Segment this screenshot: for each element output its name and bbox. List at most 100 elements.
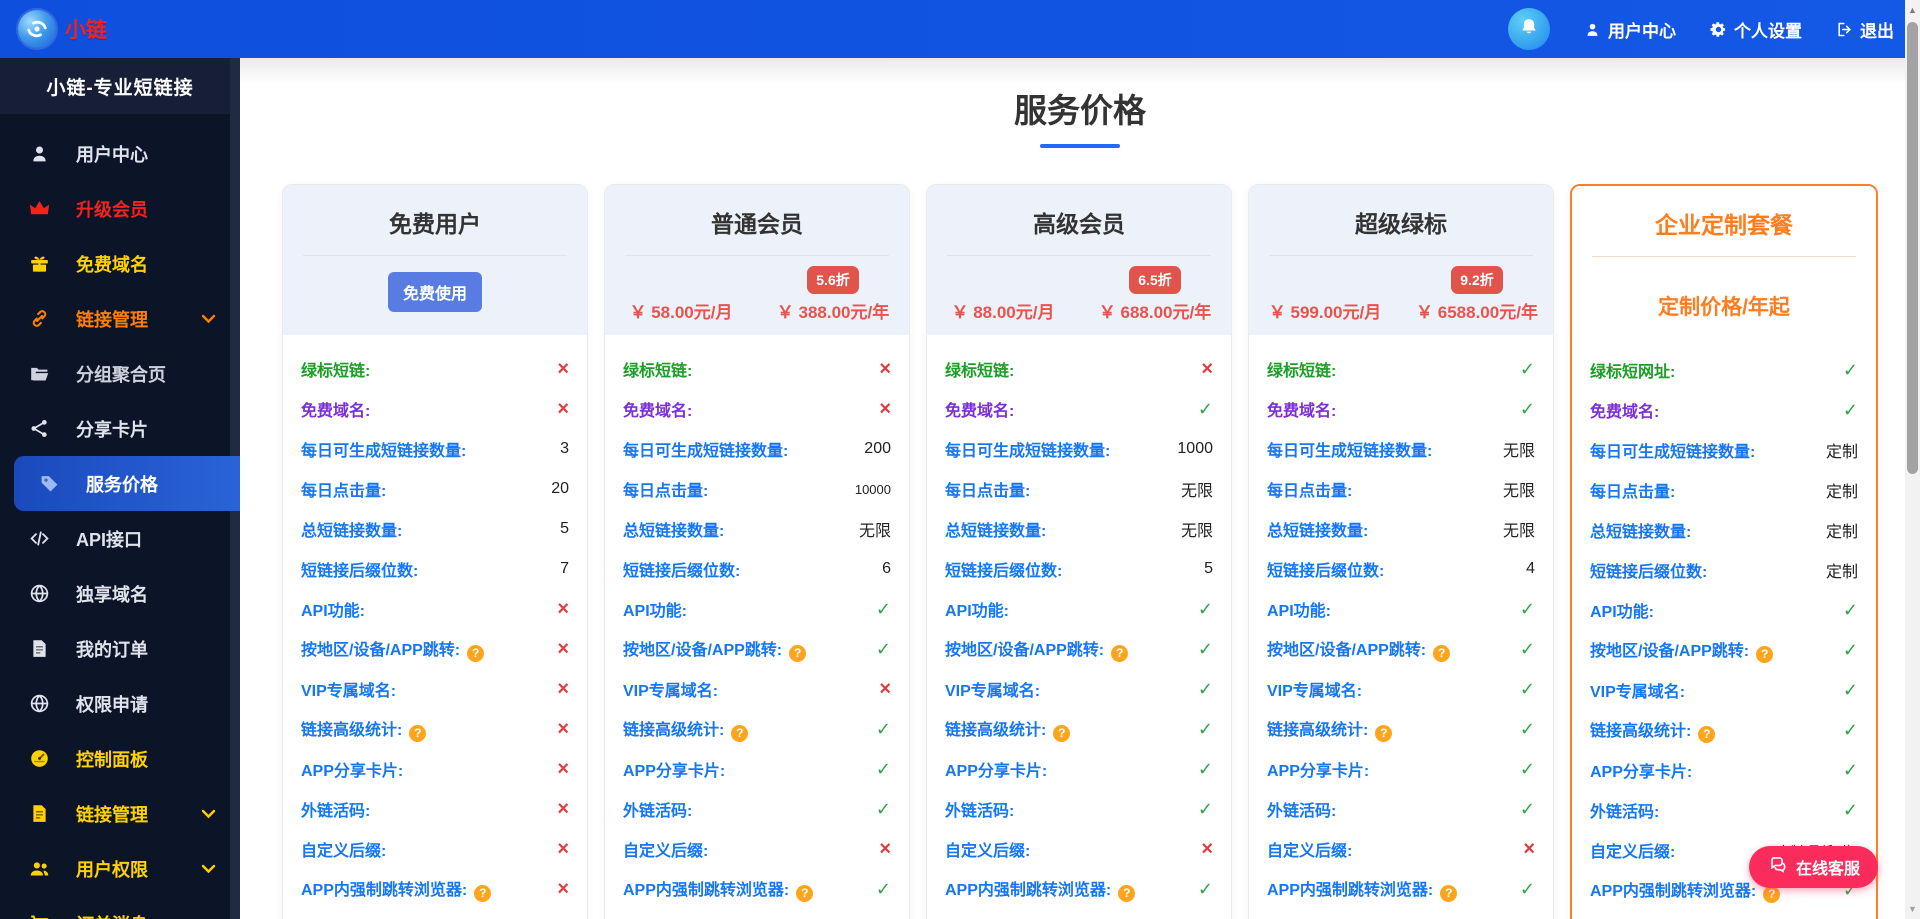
feature-value: × (557, 398, 569, 420)
sidebar-item[interactable]: 用户权限 (0, 841, 240, 896)
sidebar-item-label: 链接管理 (76, 804, 148, 825)
online-support-label: 在线客服 (1795, 861, 1860, 878)
code-icon (28, 528, 50, 550)
notifications-button[interactable] (1508, 8, 1550, 50)
topbar-item[interactable]: 用户中心 (1584, 17, 1676, 42)
help-icon[interactable]: ? (1433, 644, 1451, 662)
user-icon (1584, 21, 1601, 38)
feature-label: API功能: (1267, 603, 1332, 620)
feature-value: ✓ (875, 799, 891, 819)
feature-value: ✓ (1197, 759, 1213, 779)
feature-row: 外链活码: ✓ (927, 789, 1231, 829)
feature-value: 无限 (858, 523, 891, 540)
scrollbar-thumb[interactable] (1907, 22, 1918, 474)
sidebar-item[interactable]: 用户中心 (0, 126, 240, 181)
feature-row: APP分享卡片: ✓ (1572, 750, 1876, 790)
sidebar-item[interactable]: 我的订单 (0, 621, 240, 676)
feature-label: 外链活码: (945, 803, 1015, 820)
help-icon[interactable]: ? (409, 724, 427, 742)
sidebar-item-label: 独享域名 (76, 584, 148, 605)
feature-row: 总短链接数量: 无限 (1249, 509, 1553, 549)
feature-row: 每日可生成短链接数量: 1000 (927, 429, 1231, 469)
sidebar-item[interactable]: 链接管理 (0, 291, 240, 346)
sidebar-item[interactable]: 升级会员 (0, 181, 240, 236)
feature-row: 免费域名: × (605, 389, 909, 429)
feature-value: ✓ (1197, 599, 1213, 619)
feature-value: 定制 (1825, 524, 1858, 541)
scroll-down-arrow[interactable]: ▼ (1905, 904, 1920, 914)
feature-row: 按地区/设备/APP跳转:? ✓ (1572, 630, 1876, 670)
feature-row: 按地区/设备/APP跳转:? × (283, 629, 587, 669)
online-support-button[interactable]: 在线客服 (1748, 846, 1878, 888)
feature-row: 外链活码: ✓ (1249, 789, 1553, 829)
help-icon[interactable]: ? (467, 644, 485, 662)
help-icon[interactable]: ? (1698, 725, 1716, 743)
sidebar-item[interactable]: 独享域名 (0, 566, 240, 621)
topbar-item[interactable]: 退出 (1836, 17, 1894, 42)
feature-value: ✓ (1519, 599, 1535, 619)
feature-row: API功能: ✓ (1572, 590, 1876, 630)
feature-label: 总短链接数量: (1590, 524, 1692, 541)
topbar-item-label: 退出 (1860, 21, 1894, 41)
feature-value: ✓ (1842, 360, 1858, 380)
feature-value: × (557, 358, 569, 380)
feature-row: 外链活码: × (283, 789, 587, 829)
help-icon[interactable]: ? (474, 884, 492, 902)
feature-row: 每日可生成短链接数量: 无限 (1249, 429, 1553, 469)
feature-value: ✓ (1842, 680, 1858, 700)
feature-label: API功能: (945, 603, 1010, 620)
sidebar-item[interactable]: 服务价格 (14, 456, 240, 511)
sidebar-item[interactable]: 分享卡片 (0, 401, 240, 456)
sidebar-item[interactable]: API接口 (0, 511, 240, 566)
help-icon[interactable]: ? (789, 644, 807, 662)
sidebar-item[interactable]: 控制面板 (0, 731, 240, 786)
users-icon (28, 858, 50, 880)
sidebar-item[interactable]: 订单消息 (0, 896, 240, 919)
help-icon[interactable]: ? (1440, 884, 1458, 902)
price-yearly: ￥ 688.00元/年 (1098, 303, 1212, 322)
feature-label: APP内强制跳转浏览器: (301, 882, 468, 900)
help-icon[interactable]: ? (1763, 885, 1781, 903)
feature-row: APP内强制跳转浏览器:? ✓ (1249, 869, 1553, 909)
scroll-up-arrow[interactable]: ▲ (1905, 5, 1920, 15)
feature-label: 免费域名: (945, 403, 1015, 420)
help-icon[interactable]: ? (1118, 884, 1136, 902)
feature-label: 短链接后缀位数: (301, 563, 419, 580)
sidebar-item[interactable]: 链接管理 (0, 786, 240, 841)
sidebar-item[interactable]: 权限申请 (0, 676, 240, 731)
sidebar-item[interactable]: 分组聚合页 (0, 346, 240, 401)
feature-row: 免费域名: ✓ (927, 389, 1231, 429)
feature-value: ✓ (1842, 600, 1858, 620)
feature-value: × (879, 358, 891, 380)
app-logo[interactable]: 小链 (0, 10, 107, 48)
help-icon[interactable]: ? (731, 724, 749, 742)
help-icon[interactable]: ? (796, 884, 814, 902)
pricing-cards: 免费用户 免费使用 绿标短链: × 免费域名: × 每日可生成短链接数量: 3 每日点击量: 20… (240, 148, 1920, 919)
help-icon[interactable]: ? (1111, 644, 1129, 662)
sidebar-item-label: 分组聚合页 (76, 364, 166, 385)
plan-subtitle: 定制价格/年起 (1658, 296, 1790, 319)
sidebar-item-label: 用户权限 (76, 859, 148, 880)
help-icon[interactable]: ? (1756, 645, 1774, 663)
free-use-button[interactable]: 免费使用 (387, 272, 482, 312)
price-monthly: ￥ 599.00元/月 (1268, 303, 1382, 322)
sidebar-item[interactable]: 免费域名 (0, 236, 240, 291)
feature-value: ✓ (1197, 399, 1213, 419)
feature-value: 定制 (1825, 444, 1858, 461)
sidebar-item-label: 权限申请 (76, 694, 148, 715)
help-icon[interactable]: ? (1053, 724, 1071, 742)
topbar-item[interactable]: 个人设置 (1710, 17, 1802, 42)
feature-row: VIP专属域名: ✓ (1572, 670, 1876, 710)
sidebar-item-label: 链接管理 (76, 309, 148, 330)
feature-row: 独享域名:?✓ (1572, 910, 1876, 919)
feature-value: 4 (1526, 560, 1535, 577)
divider (1269, 255, 1533, 256)
feature-row: API功能: ✓ (1249, 589, 1553, 629)
feature-label: 链接高级统计: (1267, 722, 1369, 740)
help-icon[interactable]: ? (1375, 724, 1393, 742)
discount-badge: 6.5折 (1129, 266, 1181, 294)
feature-value: ✓ (1197, 639, 1213, 659)
feature-row: API功能: ✓ (927, 589, 1231, 629)
link-icon (28, 308, 50, 330)
feature-row: 总短链接数量: 无限 (927, 509, 1231, 549)
